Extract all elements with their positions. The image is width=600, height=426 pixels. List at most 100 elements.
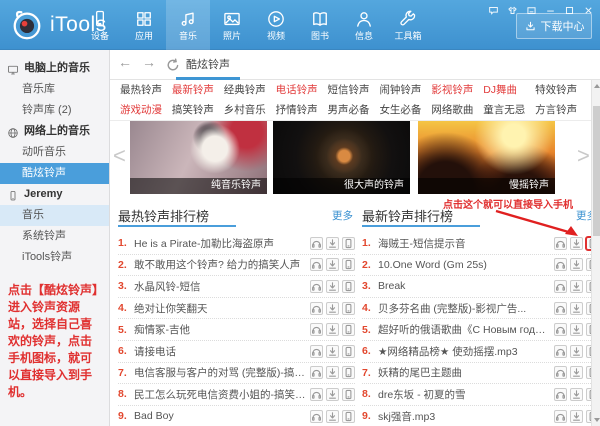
- sidebar-item[interactable]: 音乐库: [0, 79, 109, 100]
- import-to-phone-button[interactable]: [342, 236, 355, 250]
- nav-item-video[interactable]: 视频: [254, 0, 298, 50]
- sidebar-section-globe[interactable]: 网络上的音乐: [0, 121, 109, 142]
- category-link[interactable]: 乡村音乐: [224, 101, 276, 120]
- listen-button[interactable]: [554, 387, 567, 401]
- category-link[interactable]: 方言铃声: [535, 101, 587, 120]
- back-button[interactable]: ←: [118, 54, 132, 70]
- category-link[interactable]: 男声必备: [328, 101, 380, 120]
- download-ringtone-button[interactable]: [326, 279, 339, 293]
- download-ringtone-button[interactable]: [570, 323, 583, 337]
- category-link[interactable]: 经典铃声: [224, 81, 276, 100]
- listen-button[interactable]: [310, 409, 323, 423]
- nav-item-label: 视频: [266, 31, 285, 41]
- download-ringtone-button[interactable]: [570, 344, 583, 358]
- download-ringtone-button[interactable]: [570, 366, 583, 380]
- download-ringtone-button[interactable]: [326, 344, 339, 358]
- import-to-phone-button[interactable]: [342, 323, 355, 337]
- listen-button[interactable]: [310, 387, 323, 401]
- download-ringtone-button[interactable]: [326, 258, 339, 272]
- category-link[interactable]: 特效铃声: [535, 81, 587, 100]
- category-link[interactable]: 最新铃声: [172, 81, 224, 100]
- sidebar-item[interactable]: 酷炫铃声: [0, 163, 109, 184]
- download-ringtone-button[interactable]: [326, 236, 339, 250]
- category-link[interactable]: DJ舞曲: [483, 81, 535, 100]
- category-link[interactable]: 女生必备: [379, 101, 431, 120]
- import-to-phone-button[interactable]: [342, 344, 355, 358]
- row-actions: [310, 323, 355, 337]
- nav-item-apps[interactable]: 应用: [122, 0, 166, 50]
- sidebar-section-computer[interactable]: 电脑上的音乐: [0, 58, 109, 79]
- download-ringtone-button[interactable]: [570, 387, 583, 401]
- listen-button[interactable]: [310, 344, 323, 358]
- listen-button[interactable]: [310, 236, 323, 250]
- download-ringtone-button[interactable]: [326, 366, 339, 380]
- category-link[interactable]: 搞笑铃声: [172, 101, 224, 120]
- scroll-down-icon[interactable]: [594, 418, 600, 422]
- ringtone-row: 3. 水晶风铃-短信: [118, 276, 355, 298]
- listen-button[interactable]: [310, 258, 323, 272]
- listen-button[interactable]: [554, 344, 567, 358]
- download-ringtone-button[interactable]: [570, 409, 583, 423]
- sidebar-item[interactable]: 动听音乐: [0, 142, 109, 163]
- nav-item-photos[interactable]: 照片: [210, 0, 254, 50]
- sidebar-item[interactable]: 系统铃声: [0, 226, 109, 247]
- download-ringtone-button[interactable]: [570, 301, 583, 315]
- listen-button[interactable]: [554, 323, 567, 337]
- scroll-up-icon[interactable]: [594, 84, 600, 88]
- listen-button[interactable]: [554, 301, 567, 315]
- banner-concert-crowd[interactable]: 慢摇铃声: [418, 121, 555, 194]
- download-ringtone-button[interactable]: [570, 279, 583, 293]
- sidebar-section-phone[interactable]: Jeremy: [0, 184, 109, 205]
- import-to-phone-button[interactable]: [342, 409, 355, 423]
- ringtone-row: 2. 敢不敢用这个铃声? 给力的搞笑人声: [118, 255, 355, 277]
- nav-item-device[interactable]: 设备: [78, 0, 122, 50]
- import-to-phone-button[interactable]: [342, 366, 355, 380]
- import-to-phone-button[interactable]: [342, 301, 355, 315]
- scrollbar[interactable]: [591, 80, 600, 426]
- tab-cool-ringtones[interactable]: 酷炫铃声: [176, 50, 240, 80]
- forward-button[interactable]: →: [142, 54, 156, 70]
- import-to-phone-button[interactable]: [342, 279, 355, 293]
- download-ringtone-button[interactable]: [326, 323, 339, 337]
- feedback-button[interactable]: [488, 3, 499, 15]
- category-link[interactable]: 最热铃声: [120, 81, 172, 100]
- row-rank: 7.: [362, 366, 371, 379]
- nav-item-books[interactable]: 图书: [298, 0, 342, 50]
- sidebar-item[interactable]: 铃声库 (2): [0, 100, 109, 121]
- listen-button[interactable]: [310, 301, 323, 315]
- download-ringtone-button[interactable]: [326, 301, 339, 315]
- carousel-next-icon[interactable]: >: [577, 145, 590, 167]
- category-link[interactable]: 游戏动漫: [120, 101, 172, 120]
- sidebar-section-label: 电脑上的音乐: [24, 62, 90, 74]
- import-to-phone-button[interactable]: [342, 387, 355, 401]
- listen-button[interactable]: [554, 366, 567, 380]
- banner-speaker-closeup[interactable]: 很大声的铃声: [273, 121, 410, 194]
- more-link[interactable]: 更多: [332, 208, 353, 223]
- carousel-prev-icon[interactable]: <: [113, 145, 126, 167]
- nav-item-music[interactable]: 音乐: [166, 0, 210, 50]
- category-link[interactable]: 短信铃声: [328, 81, 380, 100]
- download-ringtone-button[interactable]: [326, 387, 339, 401]
- category-link[interactable]: 童言无忌: [483, 101, 535, 120]
- import-to-phone-button[interactable]: [342, 258, 355, 272]
- category-link[interactable]: 影视铃声: [431, 81, 483, 100]
- listen-button[interactable]: [554, 409, 567, 423]
- category-link[interactable]: 抒情铃声: [276, 101, 328, 120]
- listen-button[interactable]: [310, 323, 323, 337]
- category-link[interactable]: 电话铃声: [276, 81, 328, 100]
- nav-item-contacts[interactable]: 信息: [342, 0, 386, 50]
- download-ringtone-button[interactable]: [326, 409, 339, 423]
- category-link[interactable]: 闹钟铃声: [379, 81, 431, 100]
- download-center-button[interactable]: 下载中心: [516, 13, 592, 39]
- listen-button[interactable]: [554, 258, 567, 272]
- category-link[interactable]: 网络歌曲: [431, 101, 483, 120]
- scrollbar-thumb[interactable]: [593, 106, 600, 236]
- banner-girl-in-snow[interactable]: 纯音乐铃声: [130, 121, 267, 194]
- listen-button[interactable]: [310, 366, 323, 380]
- sidebar-item[interactable]: 音乐: [0, 205, 109, 226]
- sidebar-item[interactable]: iTools铃声: [0, 247, 109, 268]
- listen-button[interactable]: [310, 279, 323, 293]
- listen-button[interactable]: [554, 279, 567, 293]
- nav-item-toolbox[interactable]: 工具箱: [386, 0, 430, 50]
- download-ringtone-button[interactable]: [570, 258, 583, 272]
